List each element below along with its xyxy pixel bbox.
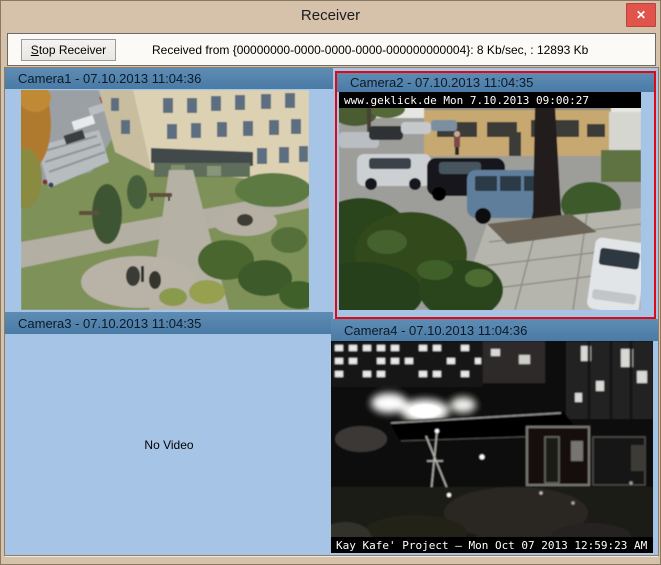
window-title: Receiver	[1, 1, 660, 31]
camera1-header: Camera1 - 07.10.2013 11:04:36	[5, 68, 333, 89]
receiver-window: Receiver ✕ Stop Receiver Received from {…	[0, 0, 661, 565]
camera3-panel[interactable]: Camera3 - 07.10.2013 11:04:35 No Video	[5, 312, 333, 555]
no-video-label: No Video	[144, 438, 193, 452]
camera4-scene	[331, 341, 653, 553]
camera3-header: Camera3 - 07.10.2013 11:04:35	[5, 312, 333, 334]
camera2-scene	[339, 92, 641, 310]
camera4-osd-text: Kay Kafe' Project – Mon Oct 07 2013 12:5…	[331, 537, 653, 553]
title-bar[interactable]: Receiver ✕	[1, 1, 660, 31]
camera3-video-frame: No Video	[5, 334, 333, 555]
stop-receiver-button[interactable]: Stop Receiver	[21, 39, 116, 61]
camera1-panel[interactable]: Camera1 - 07.10.2013 11:04:36	[5, 68, 333, 310]
camera4-header: Camera4 - 07.10.2013 11:04:36	[331, 319, 658, 341]
close-button[interactable]: ✕	[626, 3, 656, 27]
camera2-video-frame: www.geklick.de Mon 7.10.2013 09:00:27	[339, 92, 641, 310]
toolbar: Stop Receiver Received from {00000000-00…	[7, 33, 656, 66]
camera2-panel[interactable]: Camera2 - 07.10.2013 11:04:35	[335, 71, 656, 319]
camera1-video-frame	[21, 90, 309, 310]
camera2-header: Camera2 - 07.10.2013 11:04:35	[337, 73, 654, 92]
camera1-scene	[21, 90, 309, 310]
camera4-panel[interactable]: Camera4 - 07.10.2013 11:04:36	[331, 319, 658, 553]
receive-status-text: Received from {00000000-0000-0000-0000-0…	[152, 43, 588, 57]
camera4-video-frame: Kay Kafe' Project – Mon Oct 07 2013 12:5…	[331, 341, 653, 553]
close-icon: ✕	[636, 8, 646, 22]
camera2-osd-text: www.geklick.de Mon 7.10.2013 09:00:27	[339, 92, 641, 108]
camera-grid: Camera1 - 07.10.2013 11:04:36	[5, 68, 658, 555]
